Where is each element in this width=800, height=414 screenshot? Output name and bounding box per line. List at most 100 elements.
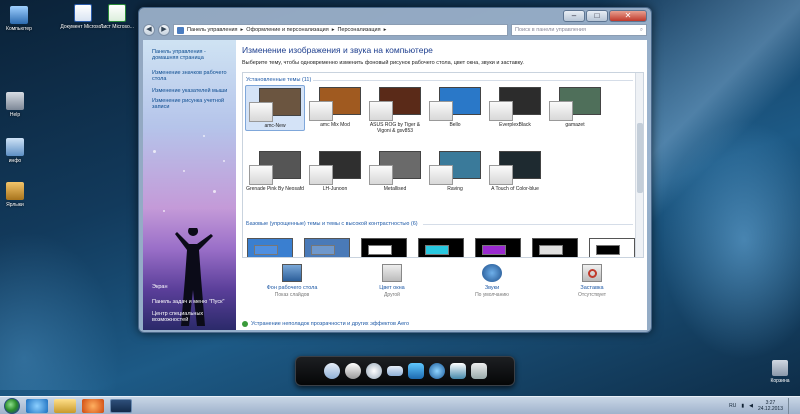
main-content: Изменение изображения и звука на компьют…: [236, 40, 647, 330]
sidebar-see-also-accessibility[interactable]: Центр специальных возможностей: [152, 311, 232, 323]
gallery-scrollbar[interactable]: [635, 73, 643, 257]
breadcrumb-item[interactable]: Панель управления: [187, 27, 238, 33]
page-title: Изменение изображения и звука на компьют…: [242, 45, 433, 55]
theme-tile[interactable]: Grenade Pink By Neosafd: [245, 149, 305, 193]
theme-tile[interactable]: LH-Junoon: [305, 149, 365, 193]
recycle-bin-icon: [772, 360, 788, 376]
close-button[interactable]: ✕: [609, 10, 647, 22]
breadcrumb-item[interactable]: Персонализация: [337, 27, 380, 33]
sidebar-see-also-display[interactable]: Экран: [152, 284, 232, 290]
theme-thumbnail: [489, 87, 541, 121]
dock-trash-icon[interactable]: [470, 363, 487, 379]
maximize-button[interactable]: □: [586, 10, 608, 22]
theme-name: Bello: [449, 122, 461, 128]
window-color-link[interactable]: Цвет окна Другой: [352, 264, 432, 298]
address-bar[interactable]: Панель управления ▸ Оформление и персонал…: [173, 24, 508, 36]
taskbar-explorer-icon[interactable]: [54, 398, 76, 413]
show-desktop-button[interactable]: [788, 398, 794, 414]
dock-target-icon[interactable]: [323, 363, 340, 379]
desktop-icon-recycle-bin[interactable]: Корзина: [762, 360, 798, 384]
breadcrumb: Панель управления ▸ Оформление и персонал…: [187, 27, 387, 33]
sounds-link[interactable]: Звуки По умолчанию: [452, 264, 532, 298]
search-input[interactable]: Поиск в панели управления ⌕: [511, 24, 647, 36]
dock-browser-icon[interactable]: [428, 363, 445, 379]
volume-icon[interactable]: ◀: [749, 403, 753, 409]
wallpaper-glow-left: [0, 230, 120, 390]
theme-tile[interactable]: amc-New: [245, 85, 305, 131]
help-file-icon: [6, 92, 24, 110]
theme-tile[interactable]: Bello: [425, 85, 485, 129]
theme-name: amc Mix Mod: [320, 122, 350, 128]
theme-thumbnail: [249, 88, 301, 122]
theme-tile[interactable]: A Touch of Color-blue: [485, 149, 545, 193]
scrollbar-thumb[interactable]: [637, 123, 643, 193]
info-file-icon: [6, 138, 24, 156]
theme-thumbnail: [369, 151, 421, 185]
sounds-icon: [482, 264, 502, 282]
sidebar-link-home[interactable]: Панель управления - домашняя страница: [152, 49, 232, 61]
system-tray: RU ▮ ◀ 3:27 24.12.2013: [729, 398, 794, 414]
computer-icon: [10, 6, 28, 24]
taskbar-ie-icon[interactable]: [26, 398, 48, 413]
desktop-icon-shortcuts[interactable]: Ярлыки: [0, 182, 40, 208]
navigation-bar: ◀ ▶ Панель управления ▸ Оформление и перс…: [143, 23, 647, 37]
theme-thumbnail: [429, 151, 481, 185]
theme-tile[interactable]: EverplexBlack: [485, 85, 545, 129]
theme-thumbnail: [549, 87, 601, 121]
basic-theme-tile[interactable]: [361, 238, 407, 257]
basic-theme-tile[interactable]: [475, 238, 521, 257]
theme-thumbnail: [309, 151, 361, 185]
basic-theme-tile[interactable]: [589, 238, 635, 257]
desktop-icon-help[interactable]: Help: [0, 92, 40, 118]
desktop-background-link[interactable]: Фон рабочего стола Показ слайдов: [252, 264, 332, 298]
taskbar-media-icon[interactable]: [82, 398, 104, 413]
language-indicator[interactable]: RU: [729, 403, 736, 409]
basic-theme-tile[interactable]: [418, 238, 464, 257]
screensaver-link[interactable]: Заставка Отсутствует: [552, 264, 632, 298]
forward-button[interactable]: ▶: [158, 24, 170, 36]
sidebar-link-desktop-icons[interactable]: Изменение значков рабочего стола: [152, 70, 232, 82]
sidebar-link-mouse-pointers[interactable]: Изменение указателей мыши: [152, 88, 232, 94]
minimize-button[interactable]: –: [563, 10, 585, 22]
theme-settings-bar: Фон рабочего стола Показ слайдов Цвет ок…: [242, 262, 644, 314]
desktop-icon-excel-sheet[interactable]: Лист Microso...: [92, 4, 142, 30]
theme-tile[interactable]: ASUS ROG by Tiger & Vigoni & gsv853: [365, 85, 425, 134]
dock-monitor-icon[interactable]: [407, 363, 424, 379]
sidebar-see-also-taskbar[interactable]: Панель задач и меню "Пуск": [152, 299, 232, 305]
back-button[interactable]: ◀: [143, 24, 155, 36]
theme-gallery: Установленные темы (11) amc-New amc Mix M…: [242, 72, 644, 258]
theme-name: Raving: [447, 186, 463, 192]
page-subtitle: Выберите тему, чтобы одновременно измени…: [242, 60, 524, 66]
theme-name: Grenade Pink By Neosafd: [246, 186, 304, 192]
theme-tile[interactable]: gamazet: [545, 85, 605, 129]
basic-theme-tile[interactable]: [532, 238, 578, 257]
clock[interactable]: 3:27 24.12.2013: [758, 400, 783, 412]
theme-name: A Touch of Color-blue: [491, 186, 539, 192]
theme-tile[interactable]: Raving: [425, 149, 485, 193]
desktop-icon-info[interactable]: инфо: [0, 138, 40, 164]
start-button[interactable]: [4, 397, 20, 414]
dock-media-icon[interactable]: [344, 363, 361, 379]
dock-disc-icon[interactable]: [365, 363, 382, 379]
dock-drive-icon[interactable]: [386, 366, 403, 376]
wallpaper-glow: [660, 120, 800, 360]
window-color-icon: [382, 264, 402, 282]
sidebar-link-account-picture[interactable]: Изменение рисунка учетной записи: [152, 98, 232, 110]
taskbar-control-panel-icon[interactable]: [110, 398, 132, 413]
basic-themes-header: Базовые (упрощенные) темы и темы с высок…: [246, 221, 418, 227]
theme-tile[interactable]: Metallised: [365, 149, 425, 193]
basic-theme-tile[interactable]: [247, 238, 293, 257]
desktop-icon-computer[interactable]: Компьютер: [0, 6, 44, 32]
dock-bar: [295, 356, 515, 386]
dock-cursor-icon[interactable]: [449, 363, 466, 379]
theme-tile[interactable]: amc Mix Mod: [305, 85, 365, 129]
basic-theme-tile[interactable]: [304, 238, 350, 257]
taskbar: RU ▮ ◀ 3:27 24.12.2013: [0, 396, 800, 414]
control-panel-icon: [177, 26, 184, 34]
breadcrumb-item[interactable]: Оформление и персонализация: [246, 27, 328, 33]
theme-thumbnail: [249, 151, 301, 185]
troubleshoot-aero-link[interactable]: Устранение неполадок прозрачности и друг…: [242, 321, 409, 327]
theme-name: gamazet: [565, 122, 585, 128]
sidebar: Панель управления - домашняя страница Из…: [143, 40, 236, 330]
network-icon[interactable]: ▮: [741, 403, 744, 409]
